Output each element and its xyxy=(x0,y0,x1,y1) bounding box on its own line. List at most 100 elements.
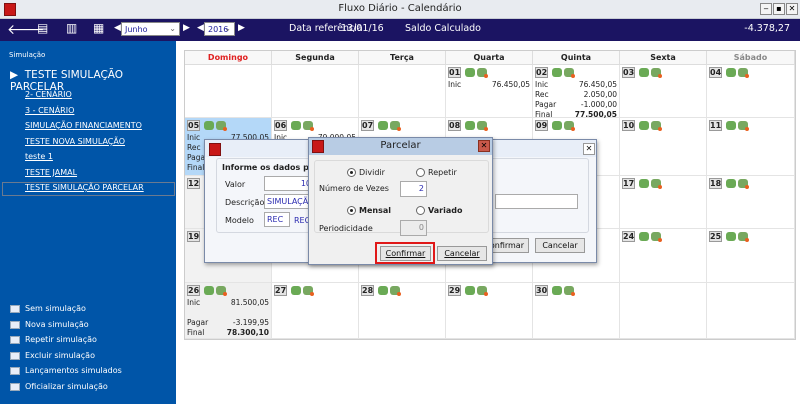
day-number[interactable]: 17 xyxy=(622,178,635,189)
add-expense-icon[interactable] xyxy=(477,68,488,78)
add-income-icon[interactable] xyxy=(378,121,388,130)
dividir-radio[interactable] xyxy=(347,168,356,177)
add-expense-icon[interactable] xyxy=(738,232,749,242)
calendar-day-cell[interactable]: 24 xyxy=(620,229,707,283)
simulation-link[interactable]: teste 1 xyxy=(25,152,53,161)
add-expense-icon[interactable] xyxy=(651,68,662,78)
calendar-day-cell[interactable]: 18 xyxy=(707,176,795,229)
add-income-icon[interactable] xyxy=(378,286,388,295)
add-income-icon[interactable] xyxy=(465,68,475,77)
repetir-radio[interactable] xyxy=(416,168,425,177)
add-expense-icon[interactable] xyxy=(564,121,575,131)
cancel-button[interactable]: Cancelar xyxy=(437,246,487,261)
year-select[interactable]: 2016 ⌄ xyxy=(204,22,235,36)
add-income-icon[interactable] xyxy=(639,121,649,130)
simulation-link[interactable]: TESTE JAMAL xyxy=(25,168,77,177)
simulation-link[interactable]: 3 - CENÁRIO xyxy=(25,106,74,115)
simulation-link[interactable]: TESTE NOVA SIMULAÇÃO xyxy=(25,137,125,146)
calendar-day-cell[interactable]: 11 xyxy=(707,118,795,176)
prev-month-icon[interactable]: ◀ xyxy=(114,23,121,33)
day-number[interactable]: 11 xyxy=(709,120,722,131)
next-month-icon[interactable]: ▶ xyxy=(183,23,190,33)
day-number[interactable]: 29 xyxy=(448,285,461,296)
day-number[interactable]: 04 xyxy=(709,67,722,78)
numero-vezes-input[interactable]: 2 xyxy=(400,181,427,197)
day-number[interactable]: 30 xyxy=(535,285,548,296)
day-number[interactable]: 28 xyxy=(361,285,374,296)
add-income-icon[interactable] xyxy=(726,179,736,188)
add-income-icon[interactable] xyxy=(552,286,562,295)
add-income-icon[interactable] xyxy=(291,121,301,130)
day-number[interactable]: 10 xyxy=(622,120,635,131)
add-income-icon[interactable] xyxy=(639,232,649,241)
add-expense-icon[interactable] xyxy=(390,121,401,131)
variado-radio[interactable] xyxy=(416,206,425,215)
simulation-action[interactable]: Nova simulação xyxy=(25,320,89,329)
add-expense-icon[interactable] xyxy=(303,286,314,296)
simulation-action[interactable]: Excluir simulação xyxy=(25,351,95,360)
cancel-button[interactable]: Cancelar xyxy=(535,238,585,253)
add-expense-icon[interactable] xyxy=(738,121,749,131)
minimize-button[interactable]: ‒ xyxy=(760,3,772,15)
month-select[interactable]: Junho ⌄ xyxy=(121,22,180,36)
day-number[interactable]: 18 xyxy=(709,178,722,189)
calendar-day-cell[interactable]: 02 Inic 76.450,05 Rec 2.050,00 Pagar -1.000,00… xyxy=(533,65,620,119)
prev-year-icon[interactable]: ◀ xyxy=(197,23,204,33)
close-button[interactable]: ✕ xyxy=(478,140,490,152)
close-button[interactable]: ✕ xyxy=(786,3,798,15)
simulation-action[interactable]: Repetir simulação xyxy=(25,335,97,344)
day-number[interactable]: 02 xyxy=(535,67,548,78)
calendar-day-cell[interactable]: 29 xyxy=(446,283,533,339)
add-income-icon[interactable] xyxy=(726,68,736,77)
calendar-day-cell[interactable]: 30 xyxy=(533,283,620,339)
close-button[interactable]: ✕ xyxy=(583,143,595,155)
add-income-icon[interactable] xyxy=(552,68,562,77)
add-expense-icon[interactable] xyxy=(564,286,575,296)
add-income-icon[interactable] xyxy=(465,121,475,130)
add-income-icon[interactable] xyxy=(291,286,301,295)
calendar-day-cell[interactable]: 28 xyxy=(359,283,446,339)
add-expense-icon[interactable] xyxy=(477,286,488,296)
calendar-icon[interactable]: ▦ xyxy=(93,21,104,35)
calculator-icon[interactable]: ▤ xyxy=(37,21,48,35)
day-number[interactable]: 26 xyxy=(187,285,200,296)
add-expense-icon[interactable] xyxy=(651,232,662,242)
calendar-day-cell[interactable]: 27 xyxy=(272,283,359,339)
add-income-icon[interactable] xyxy=(726,232,736,241)
calendar-day-cell[interactable]: 01 Inic 76.450,05 xyxy=(446,65,533,118)
add-expense-icon[interactable] xyxy=(390,286,401,296)
valor-input[interactable]: 10 xyxy=(264,176,314,191)
day-number[interactable]: 19 xyxy=(187,231,200,242)
confirm-button[interactable]: Confirmar xyxy=(380,246,431,261)
add-income-icon[interactable] xyxy=(639,68,649,77)
day-number[interactable]: 09 xyxy=(535,120,548,131)
add-expense-icon[interactable] xyxy=(564,68,575,78)
calendar-day-cell[interactable]: 03 xyxy=(620,65,707,118)
bar-chart-icon[interactable]: ▥ xyxy=(66,21,77,35)
add-expense-icon[interactable] xyxy=(651,121,662,131)
calendar-day-cell[interactable]: 25 xyxy=(707,229,795,283)
day-number[interactable]: 03 xyxy=(622,67,635,78)
add-income-icon[interactable] xyxy=(552,121,562,130)
add-income-icon[interactable] xyxy=(204,286,214,295)
add-income-icon[interactable] xyxy=(465,286,475,295)
next-year-icon[interactable]: ▶ xyxy=(238,23,245,33)
descricao-input-ext[interactable] xyxy=(495,194,578,209)
simulation-link[interactable]: TESTE SIMULAÇÃO PARCELAR xyxy=(25,183,144,192)
day-number[interactable]: 25 xyxy=(709,231,722,242)
add-income-icon[interactable] xyxy=(639,179,649,188)
day-number[interactable]: 24 xyxy=(622,231,635,242)
day-number[interactable]: 27 xyxy=(274,285,287,296)
add-expense-icon[interactable] xyxy=(738,68,749,78)
day-number[interactable]: 05 xyxy=(187,120,200,131)
day-number[interactable]: 08 xyxy=(448,120,461,131)
simulation-action[interactable]: Lançamentos simulados xyxy=(25,366,122,375)
add-income-icon[interactable] xyxy=(204,121,214,130)
add-expense-icon[interactable] xyxy=(216,286,227,296)
calendar-day-cell[interactable]: 10 xyxy=(620,118,707,176)
simulation-link[interactable]: 2- CENÁRIO xyxy=(25,90,72,99)
simulation-action[interactable]: Sem simulação xyxy=(25,304,86,313)
descricao-input[interactable]: SIMULAÇÃO E xyxy=(264,194,314,209)
add-income-icon[interactable] xyxy=(726,121,736,130)
mensal-radio[interactable] xyxy=(347,206,356,215)
